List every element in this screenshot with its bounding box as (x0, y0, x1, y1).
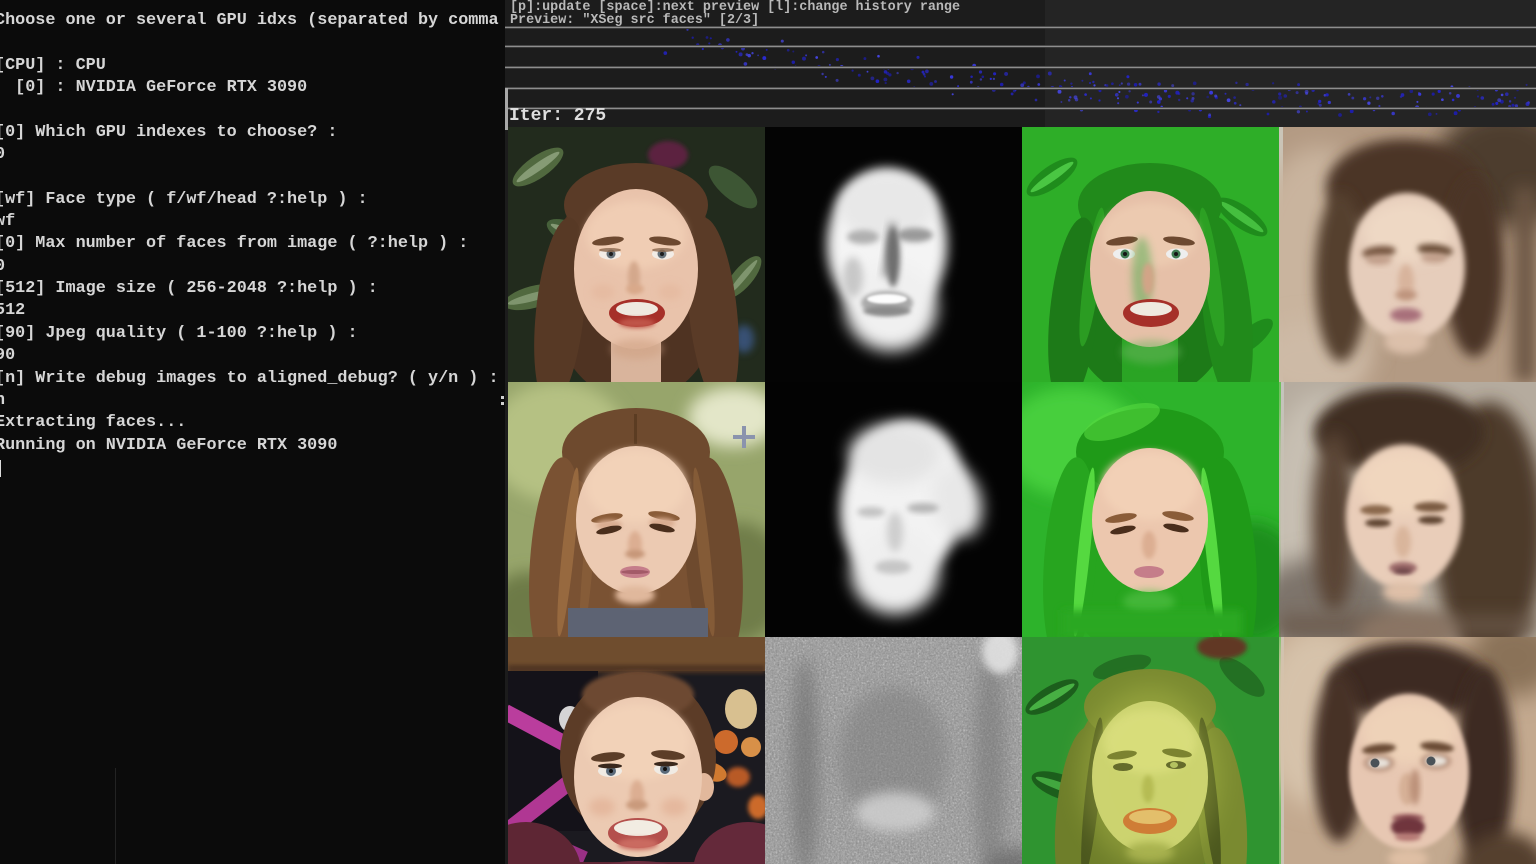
preview-cell-xseg-mask-1 (765, 127, 1022, 382)
console-cursor[interactable] (0, 459, 1, 477)
console-line: n (0, 390, 505, 412)
preview-cell-src-face-1 (508, 127, 765, 382)
iteration-counter: Iter: 275 (509, 106, 607, 126)
preview-cell-xseg-overlay-3 (1022, 637, 1279, 864)
console-line: Running on NVIDIA GeForce RTX 3090 (0, 435, 338, 455)
screen: Choose one or several GPU idxs (separate… (0, 0, 1536, 864)
graph-gridline (505, 45, 1536, 48)
preview-cell-predicted-face-1 (1279, 127, 1536, 382)
preview-cell-xseg-mask-2 (765, 382, 1022, 637)
graph-gridline (505, 66, 1536, 69)
loss-history-graph: [p]:update [space]:next preview [l]:chan… (505, 0, 1536, 127)
console-line: 0 (0, 256, 505, 278)
preview-cell-xseg-overlay-2 (1022, 382, 1279, 637)
preview-cell-xseg-overlay-1 (1022, 127, 1279, 382)
console-line: 90 (0, 346, 16, 366)
console-line: [512] Image size ( 256-2048 ?:help ) : (0, 279, 378, 299)
graph-gridline (505, 107, 1536, 110)
console-line: Choose one or several GPU idxs (separate… (0, 11, 499, 30)
training-preview-window[interactable]: [p]:update [space]:next preview [l]:chan… (505, 0, 1536, 864)
console-line: [CPU] : CPU (0, 55, 106, 75)
preview-cell-predicted-face-3 (1279, 637, 1536, 864)
console-line: [0] : NVIDIA GeForce RTX 3090 (0, 78, 308, 98)
console-line: Extracting faces... (0, 413, 187, 433)
face-preview-grid (508, 127, 1536, 864)
console-line: [wf] Face type ( f/wf/head ?:help ) : (0, 189, 368, 209)
graph-gridline (505, 87, 1536, 90)
preview-cell-xseg-mask-3 (765, 637, 1022, 864)
console-line: [0] Which GPU indexes to choose? : (0, 122, 338, 142)
console-line: [0] Max number of faces from image ( ?:h… (0, 234, 469, 254)
console-line: wf (0, 212, 16, 232)
preview-cell-src-face-3 (508, 637, 765, 864)
console-line: [n] Write debug images to aligned_debug?… (0, 368, 499, 388)
console-window[interactable]: Choose one or several GPU idxs (separate… (0, 0, 506, 864)
preview-cell-predicted-face-2 (1279, 382, 1536, 637)
console-line: [90] Jpeg quality ( 1-100 ?:help ) : (0, 323, 358, 343)
console-line: 512 (0, 301, 26, 321)
window-left-border (505, 88, 508, 130)
console-divider-line (115, 768, 116, 864)
preview-title-text: Preview: "XSeg src faces" [2/3] (510, 13, 760, 28)
console-output: Choose one or several GPU idxs (separate… (0, 0, 505, 482)
preview-cell-src-face-2 (508, 382, 765, 637)
console-line: 0 (0, 144, 505, 166)
